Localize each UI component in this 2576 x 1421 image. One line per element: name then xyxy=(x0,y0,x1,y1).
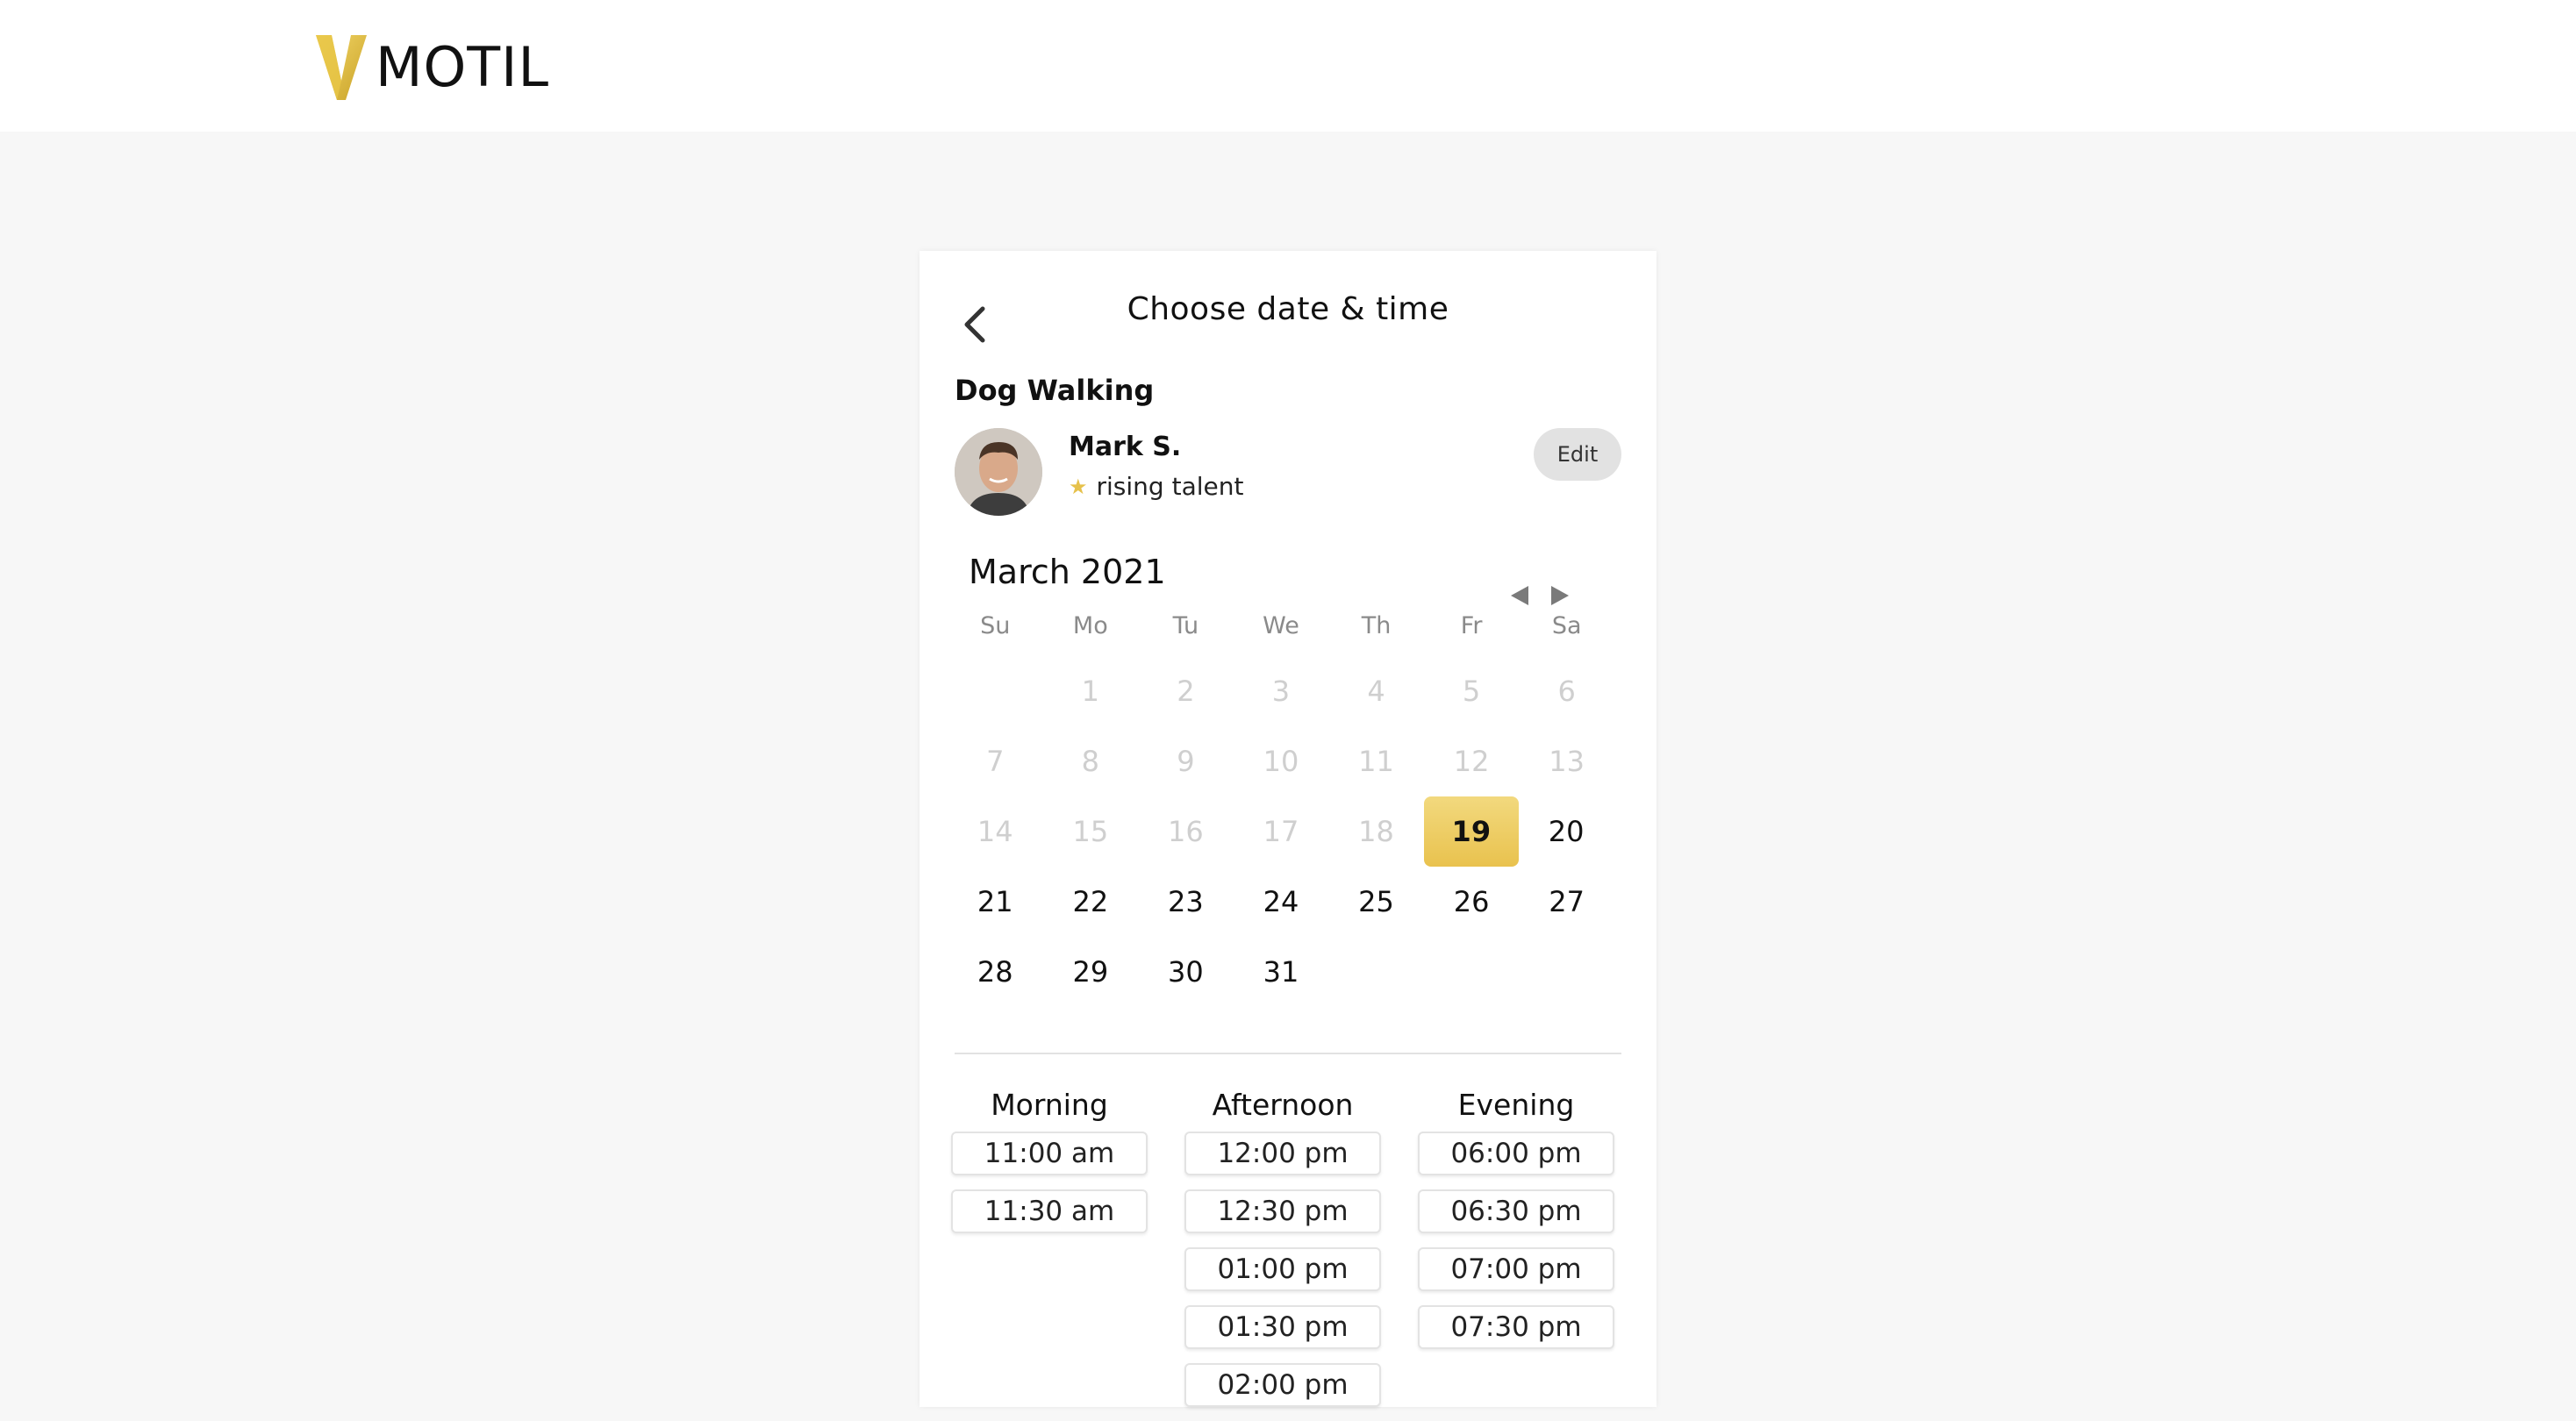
afternoon-header: Afternoon xyxy=(1212,1088,1354,1122)
calendar-day-disabled: 9 xyxy=(1177,745,1195,778)
time-slot-button[interactable]: 02:00 pm xyxy=(1184,1363,1381,1407)
triangle-left-icon xyxy=(1511,586,1528,605)
calendar-day-disabled: 13 xyxy=(1549,745,1585,778)
calendar-day-selected[interactable]: 19 xyxy=(1423,796,1519,867)
weekday-label: Sa xyxy=(1551,612,1582,639)
calendar-day-disabled: 15 xyxy=(1072,815,1109,848)
time-slot-button[interactable]: 12:00 pm xyxy=(1184,1132,1381,1175)
timeslot-picker: Morning 11:00 am 11:30 am Afternoon 12:00… xyxy=(951,1084,1621,1421)
calendar-day-disabled: 10 xyxy=(1263,745,1299,778)
time-slot-button[interactable]: 11:30 am xyxy=(951,1189,1148,1233)
triangle-right-icon xyxy=(1551,586,1569,605)
calendar-day[interactable]: 24 xyxy=(1234,867,1329,937)
evening-column: Evening 06:00 pm 06:30 pm 07:00 pm 07:30 pm xyxy=(1411,1084,1621,1421)
time-slot-button[interactable]: 12:30 pm xyxy=(1184,1189,1381,1233)
calendar-day-disabled: 8 xyxy=(1081,745,1100,778)
calendar-week-row: 28 29 30 31 xyxy=(948,937,1614,1007)
calendar-day-disabled: 4 xyxy=(1367,675,1385,708)
calendar-day-disabled: 18 xyxy=(1358,815,1394,848)
calendar-day-disabled: 2 xyxy=(1177,675,1195,708)
calendar-day-disabled: 16 xyxy=(1168,815,1204,848)
weekday-label: Mo xyxy=(1072,612,1108,639)
calendar-day[interactable]: 28 xyxy=(948,937,1043,1007)
calendar-week-row: 1 2 3 4 5 6 xyxy=(948,656,1614,726)
brand-name: MOTIL xyxy=(376,34,549,99)
calendar-day[interactable]: 27 xyxy=(1519,867,1614,937)
calendar-day[interactable]: 31 xyxy=(1234,937,1329,1007)
calendar-day[interactable]: 22 xyxy=(1043,867,1139,937)
calendar-day-disabled: 6 xyxy=(1557,675,1576,708)
calendar-day[interactable]: 20 xyxy=(1519,796,1614,867)
walker-badge: ★ rising talent xyxy=(1069,472,1243,501)
edit-button[interactable]: Edit xyxy=(1534,428,1621,481)
calendar-weekdays: Su Mo Tu We Th Fr Sa xyxy=(948,612,1614,639)
calendar-day[interactable]: 21 xyxy=(948,867,1043,937)
weekday-label: We xyxy=(1263,612,1299,639)
calendar-day-disabled: 17 xyxy=(1263,815,1299,848)
time-slot-button[interactable]: 07:00 pm xyxy=(1418,1247,1614,1291)
morning-column: Morning 11:00 am 11:30 am xyxy=(944,1084,1155,1421)
prev-month-button[interactable] xyxy=(1509,584,1530,607)
calendar-day[interactable]: 29 xyxy=(1043,937,1139,1007)
calendar-day[interactable]: 25 xyxy=(1328,867,1424,937)
calendar-week-row: 14 15 16 17 18 19 20 xyxy=(948,796,1614,867)
morning-header: Morning xyxy=(991,1088,1108,1122)
booking-card: Choose date & time Dog Walking Mark S. ★… xyxy=(919,251,1657,1407)
calendar-day-disabled: 7 xyxy=(986,745,1005,778)
next-month-button[interactable] xyxy=(1549,584,1571,607)
evening-header: Evening xyxy=(1457,1088,1575,1122)
time-slot-button[interactable]: 06:30 pm xyxy=(1418,1189,1614,1233)
calendar-week-row: 21 22 23 24 25 26 27 xyxy=(948,867,1614,937)
calendar-day-disabled: 14 xyxy=(977,815,1013,848)
motil-logo[interactable]: MOTIL xyxy=(312,30,549,104)
page-title: Choose date & time xyxy=(1127,291,1449,327)
time-slot-button[interactable]: 01:30 pm xyxy=(1184,1305,1381,1349)
walker-avatar xyxy=(955,428,1042,516)
time-slot-button[interactable]: 07:30 pm xyxy=(1418,1305,1614,1349)
time-slot-button[interactable]: 06:00 pm xyxy=(1418,1132,1614,1175)
calendar-day[interactable]: 30 xyxy=(1138,937,1234,1007)
calendar-day-disabled: 12 xyxy=(1453,745,1490,778)
service-name: Dog Walking xyxy=(955,374,1155,407)
weekday-label: Th xyxy=(1361,612,1392,639)
person-avatar-icon xyxy=(955,428,1042,516)
time-slot-button[interactable]: 11:00 am xyxy=(951,1132,1148,1175)
afternoon-column: Afternoon 12:00 pm 12:30 pm 01:00 pm 01:30 … xyxy=(1177,1084,1388,1421)
calendar-day-disabled: 5 xyxy=(1462,675,1481,708)
walker-name: Mark S. xyxy=(1069,432,1182,462)
calendar-month-label: March 2021 xyxy=(969,553,1166,591)
weekday-label: Tu xyxy=(1172,612,1199,639)
star-icon: ★ xyxy=(1069,474,1088,499)
calendar-day-disabled: 1 xyxy=(1081,675,1100,708)
calendar-day[interactable]: 26 xyxy=(1424,867,1520,937)
calendar-nav xyxy=(1509,584,1571,607)
weekday-label: Fr xyxy=(1460,612,1483,639)
calendar-day[interactable]: 23 xyxy=(1138,867,1234,937)
time-slot-button[interactable]: 01:00 pm xyxy=(1184,1247,1381,1291)
top-nav-bar: MOTIL xyxy=(0,0,2576,132)
calendar-day-disabled: 3 xyxy=(1271,675,1291,708)
calendar-week-row: 7 8 9 10 11 12 13 xyxy=(948,726,1614,796)
badge-label: rising talent xyxy=(1096,472,1244,501)
calendar-day-disabled: 11 xyxy=(1358,745,1394,778)
divider xyxy=(955,1053,1621,1054)
motil-v-logo-icon xyxy=(316,35,367,100)
weekday-label: Su xyxy=(980,612,1011,639)
calendar-grid: 1 2 3 4 5 6 7 8 9 10 11 12 13 14 15 16 17 18 19 20 21 22 23 24 2… xyxy=(948,656,1614,1007)
